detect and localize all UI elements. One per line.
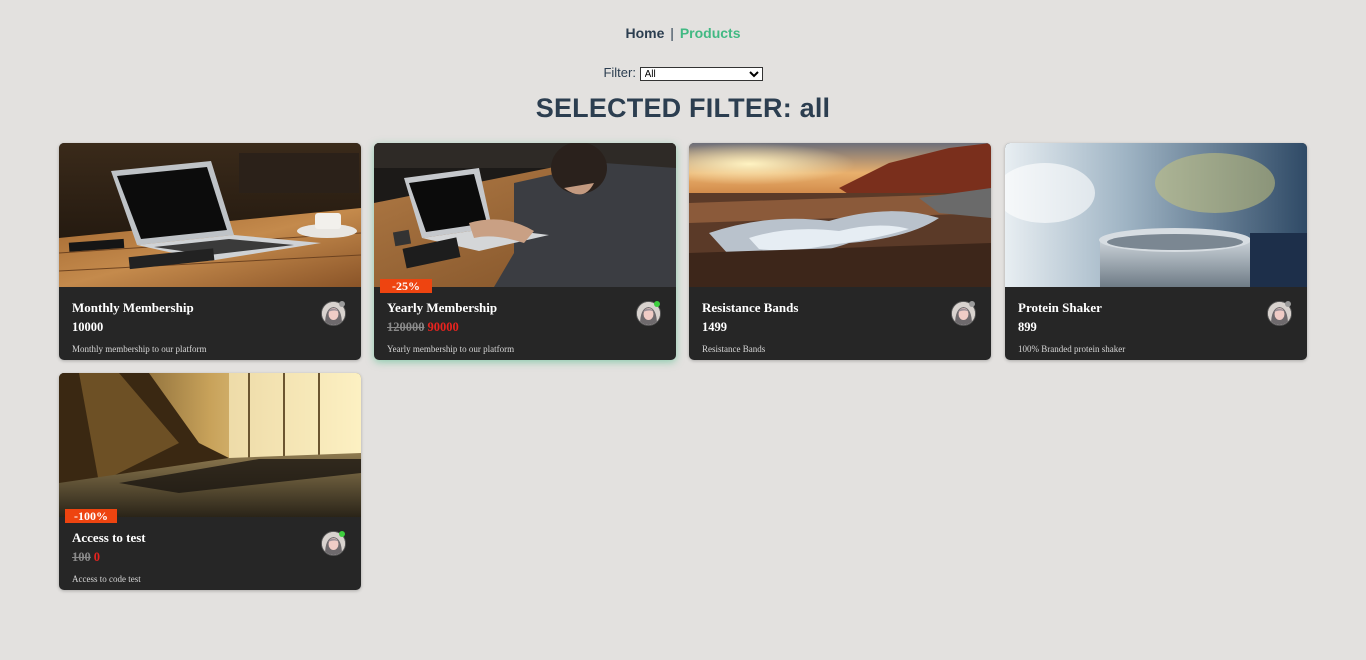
product-description: Resistance Bands bbox=[702, 344, 766, 354]
discount-badge: -25% bbox=[380, 279, 432, 293]
filter-select[interactable]: All bbox=[639, 66, 763, 81]
page-title: SELECTED FILTER: all bbox=[535, 93, 831, 123]
product-image bbox=[689, 143, 991, 287]
old-price: 120000 bbox=[387, 320, 425, 334]
filter-label: Filter: bbox=[603, 65, 636, 80]
product-name: Resistance Bands bbox=[702, 300, 799, 315]
status-dot-icon bbox=[339, 301, 345, 307]
online-status-icon bbox=[654, 301, 660, 307]
status-dot-icon bbox=[969, 301, 975, 307]
discount-badge: -100% bbox=[65, 509, 117, 523]
nav-separator: | bbox=[670, 25, 674, 41]
product-description: 100% Branded protein shaker bbox=[1018, 344, 1126, 354]
old-price: 100 bbox=[72, 550, 91, 564]
product-card[interactable]: -25% Yearly Membership 120000 90000 Yearl… bbox=[374, 143, 676, 360]
online-status-icon bbox=[339, 531, 345, 537]
product-image bbox=[374, 143, 676, 287]
product-description: Yearly membership to our platform bbox=[387, 344, 515, 354]
product-description: Monthly membership to our platform bbox=[72, 344, 207, 354]
product-name: Yearly Membership bbox=[387, 300, 498, 315]
product-image bbox=[59, 373, 361, 517]
price-value: 10000 bbox=[72, 320, 104, 334]
product-name: Monthly Membership bbox=[72, 300, 194, 315]
product-price: 1499 bbox=[702, 320, 727, 335]
nav-products-link[interactable]: Products bbox=[680, 25, 741, 41]
product-card[interactable]: -100% Access to test 100 0 Access to code… bbox=[59, 373, 361, 590]
product-image bbox=[1005, 143, 1307, 287]
price-value: 899 bbox=[1018, 320, 1037, 334]
product-price: 100 0 bbox=[72, 550, 100, 565]
product-name: Protein Shaker bbox=[1018, 300, 1102, 315]
product-price: 120000 90000 bbox=[387, 320, 459, 335]
product-card[interactable]: Monthly Membership 10000 Monthly members… bbox=[59, 143, 361, 360]
product-name: Access to test bbox=[72, 530, 146, 545]
sale-price: 0 bbox=[93, 550, 100, 564]
product-card[interactable]: Resistance Bands 1499 Resistance Bands bbox=[689, 143, 991, 360]
price-value: 1499 bbox=[702, 320, 727, 334]
nav-home-link[interactable]: Home bbox=[625, 25, 664, 41]
product-price: 10000 bbox=[72, 320, 103, 335]
product-price: 899 bbox=[1018, 320, 1037, 335]
top-nav: Home | Products bbox=[0, 25, 1366, 41]
product-image bbox=[59, 143, 361, 287]
sale-price: 90000 bbox=[427, 320, 459, 334]
product-description: Access to code test bbox=[72, 574, 141, 584]
filter-row: Filter: All bbox=[0, 65, 1366, 81]
product-card[interactable]: Protein Shaker 899 100% Branded protein … bbox=[1005, 143, 1307, 360]
status-dot-icon bbox=[1285, 301, 1291, 307]
